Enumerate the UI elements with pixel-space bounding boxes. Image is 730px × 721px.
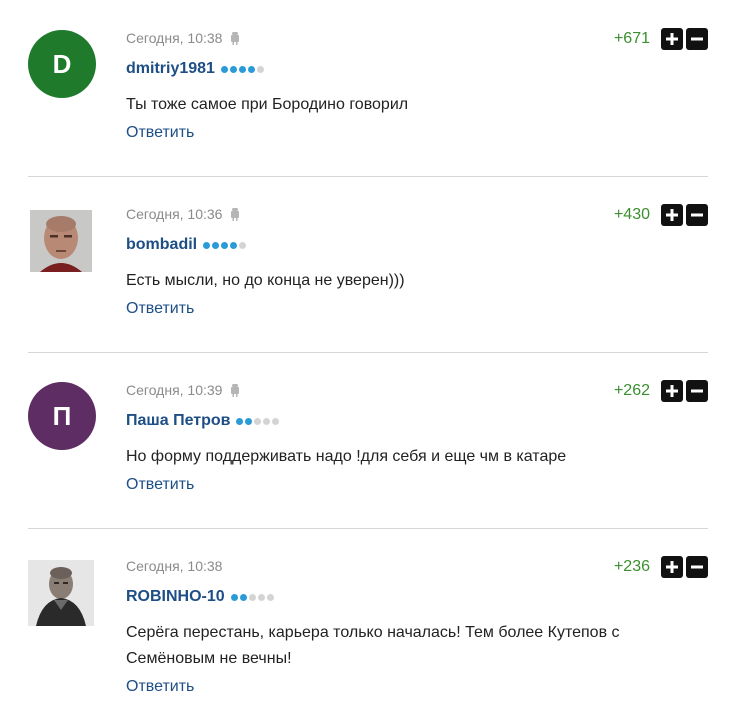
plus-icon bbox=[666, 33, 678, 45]
divider bbox=[28, 176, 708, 177]
comment-time: Сегодня, 10:36 bbox=[126, 206, 223, 222]
comment-text: Есть мысли, но до конца не уверен))) bbox=[126, 272, 405, 289]
downvote-button[interactable] bbox=[686, 28, 708, 50]
upvote-button[interactable] bbox=[661, 204, 683, 226]
upvote-button[interactable] bbox=[661, 380, 683, 402]
comment: D Сегодня, 10:38 dmitriy1981 Ты тоже сам… bbox=[0, 28, 730, 170]
rating-dot bbox=[220, 65, 228, 73]
avatar[interactable]: П bbox=[28, 382, 96, 450]
comment: Сегодня, 10:38 ROBINHO-10 Серёга переста… bbox=[0, 556, 730, 721]
author-name[interactable]: bombadil bbox=[126, 236, 197, 254]
comment-time: Сегодня, 10:39 bbox=[126, 382, 223, 398]
comment: П Сегодня, 10:39 Паша Петров Но форму по… bbox=[0, 380, 730, 522]
comment-meta: Сегодня, 10:38 bbox=[126, 30, 240, 46]
plus-icon bbox=[666, 561, 678, 573]
vote-controls: +262 bbox=[614, 380, 708, 402]
rating-dot bbox=[238, 65, 246, 73]
rating-dot bbox=[212, 241, 220, 249]
comment-score: +262 bbox=[613, 382, 650, 399]
author-name[interactable]: Паша Петров bbox=[126, 412, 230, 430]
android-icon bbox=[231, 32, 240, 45]
author-name[interactable]: ROBINHO-10 bbox=[126, 588, 225, 606]
plus-icon bbox=[666, 209, 678, 221]
minus-icon bbox=[691, 389, 703, 393]
comment-text: Но форму поддерживать надо !для себя и е… bbox=[126, 448, 567, 465]
divider bbox=[28, 528, 708, 529]
downvote-button[interactable] bbox=[686, 380, 708, 402]
rating-dot bbox=[229, 65, 237, 73]
comment-meta: Сегодня, 10:39 bbox=[126, 382, 240, 398]
author-name[interactable]: dmitriy1981 bbox=[126, 60, 215, 78]
rating-dot bbox=[245, 417, 253, 425]
rating-dot bbox=[247, 65, 255, 73]
comment-score: +671 bbox=[613, 30, 650, 47]
rating-dot bbox=[254, 417, 262, 425]
reply-link[interactable]: Ответить bbox=[126, 300, 194, 318]
minus-icon bbox=[691, 37, 703, 41]
comment-author: ROBINHO-10 bbox=[126, 588, 274, 606]
rating-dot bbox=[248, 593, 256, 601]
vote-controls: +236 bbox=[614, 556, 708, 578]
comment-author: dmitriy1981 bbox=[126, 60, 264, 78]
user-rating bbox=[203, 241, 247, 249]
vote-controls: +671 bbox=[614, 28, 708, 50]
comment-author: bombadil bbox=[126, 236, 247, 254]
rating-dot bbox=[239, 593, 247, 601]
avatar[interactable] bbox=[30, 210, 92, 272]
downvote-button[interactable] bbox=[686, 556, 708, 578]
minus-icon bbox=[691, 213, 703, 217]
comments-list: D Сегодня, 10:38 dmitriy1981 Ты тоже сам… bbox=[0, 0, 730, 721]
rating-dot bbox=[257, 593, 265, 601]
android-icon bbox=[231, 208, 240, 221]
downvote-button[interactable] bbox=[686, 204, 708, 226]
vote-controls: +430 bbox=[614, 204, 708, 226]
comment-text: Серёга перестань, карьера только началас… bbox=[126, 624, 620, 667]
comment-time: Сегодня, 10:38 bbox=[126, 30, 223, 46]
rating-dot bbox=[236, 417, 244, 425]
user-rating bbox=[236, 417, 280, 425]
comment-meta: Сегодня, 10:38 bbox=[126, 558, 222, 574]
reply-link[interactable]: Ответить bbox=[126, 678, 194, 696]
reply-link[interactable]: Ответить bbox=[126, 124, 194, 142]
user-photo bbox=[30, 210, 92, 272]
user-photo bbox=[28, 560, 94, 626]
minus-icon bbox=[691, 565, 703, 569]
upvote-button[interactable] bbox=[661, 556, 683, 578]
comment-meta: Сегодня, 10:36 bbox=[126, 206, 240, 222]
rating-dot bbox=[230, 593, 238, 601]
reply-link[interactable]: Ответить bbox=[126, 476, 194, 494]
comment-author: Паша Петров bbox=[126, 412, 280, 430]
rating-dot bbox=[203, 241, 211, 249]
avatar-letter: D bbox=[52, 48, 72, 79]
avatar[interactable] bbox=[28, 560, 94, 626]
plus-icon bbox=[666, 385, 678, 397]
comment-time: Сегодня, 10:38 bbox=[126, 558, 223, 574]
rating-dot bbox=[263, 417, 271, 425]
comment: Сегодня, 10:36 bombadil Есть мысли, но д… bbox=[0, 204, 730, 346]
rating-dot bbox=[266, 593, 274, 601]
android-icon bbox=[231, 384, 240, 397]
rating-dot bbox=[256, 65, 264, 73]
rating-dot bbox=[221, 241, 229, 249]
comment-text: Ты тоже самое при Бородино говорил bbox=[126, 96, 409, 113]
avatar[interactable]: D bbox=[28, 30, 96, 98]
avatar-letter: П bbox=[52, 400, 72, 431]
user-rating bbox=[230, 593, 274, 601]
divider bbox=[28, 352, 708, 353]
comment-score: +236 bbox=[613, 558, 650, 575]
comment-score: +430 bbox=[613, 206, 650, 223]
upvote-button[interactable] bbox=[661, 28, 683, 50]
rating-dot bbox=[272, 417, 280, 425]
user-rating bbox=[220, 65, 264, 73]
rating-dot bbox=[230, 241, 238, 249]
rating-dot bbox=[239, 241, 247, 249]
